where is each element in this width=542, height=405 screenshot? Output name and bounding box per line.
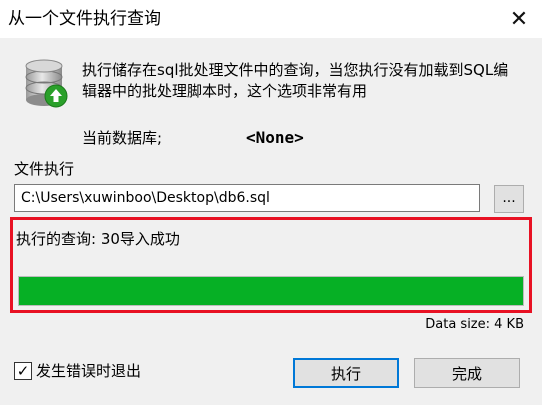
exit-on-error-checkbox[interactable]: ✓: [14, 362, 32, 380]
current-database-label: 当前数据库;: [82, 129, 163, 147]
title-bar: 从一个文件执行查询 ✕: [0, 0, 542, 38]
browse-button[interactable]: ...: [494, 185, 524, 213]
progress-bar: [18, 276, 524, 306]
status-text: 执行的查询: 30导入成功: [16, 230, 180, 248]
close-button[interactable]: ✕: [496, 0, 542, 38]
data-size-label: Data size: 4 KB: [425, 317, 524, 332]
database-icon: [22, 58, 70, 110]
close-icon: ✕: [509, 6, 529, 32]
done-button[interactable]: 完成: [414, 358, 520, 388]
exit-on-error-option[interactable]: ✓ 发生错误时退出: [14, 360, 141, 382]
status-highlight: 执行的查询: 30导入成功: [10, 217, 532, 313]
check-icon: ✓: [16, 362, 30, 380]
progress-fill: [19, 277, 523, 305]
window-title: 从一个文件执行查询: [8, 9, 161, 29]
exit-on-error-label: 发生错误时退出: [36, 362, 142, 380]
run-button[interactable]: 执行: [293, 358, 399, 388]
description-text: 执行储存在sql批处理文件中的查询，当您执行没有加载到SQL编辑器中的批处理脚本…: [82, 61, 509, 100]
file-execute-label: 文件执行: [14, 160, 75, 178]
dialog-body: 执行储存在sql批处理文件中的查询，当您执行没有加载到SQL编辑器中的批处理脚本…: [0, 38, 542, 405]
file-path-input[interactable]: [14, 184, 480, 212]
current-database-value: <None>: [246, 128, 304, 147]
